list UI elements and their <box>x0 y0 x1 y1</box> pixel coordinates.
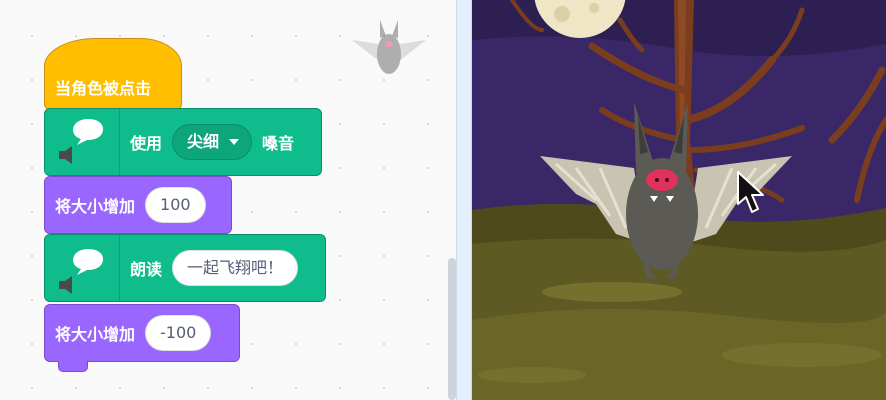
stage[interactable] <box>472 0 886 400</box>
speak-label: 朗读 <box>130 260 163 279</box>
size-input[interactable]: -100 <box>145 315 212 351</box>
bat-sprite-icon <box>352 20 426 74</box>
speaker-icon <box>59 276 72 294</box>
block-bottom-notch <box>58 361 88 372</box>
text-to-speech-icon <box>45 109 120 175</box>
speaker-icon <box>59 146 72 164</box>
size-input[interactable]: 100 <box>145 187 206 223</box>
script-area[interactable]: 当角色被点击 使用 尖细 嗓音 将大小增加 100 朗读 一起飞翔吧！ 将大小增… <box>0 0 456 400</box>
set-voice-prefix: 使用 <box>130 134 163 153</box>
change-size-block[interactable]: 将大小增加 100 <box>44 176 232 234</box>
speech-bubble-icon <box>73 249 103 275</box>
dropdown-arrow-icon <box>229 139 240 145</box>
hat-block-label: 当角色被点击 <box>55 79 152 98</box>
voice-dropdown[interactable]: 尖细 <box>172 124 253 160</box>
speak-block[interactable]: 朗读 一起飞翔吧！ <box>44 234 326 302</box>
panel-divider <box>456 0 472 400</box>
change-size-block[interactable]: 将大小增加 -100 <box>44 304 240 362</box>
mouse-cursor-icon <box>737 171 764 213</box>
set-voice-suffix: 嗓音 <box>262 134 295 153</box>
speak-text-input[interactable]: 一起飞翔吧！ <box>172 250 299 286</box>
when-sprite-clicked-block[interactable]: 当角色被点击 <box>44 38 182 110</box>
change-size-label: 将大小增加 <box>55 325 136 344</box>
voice-value: 尖细 <box>187 132 220 151</box>
speech-bubble-icon <box>73 119 103 145</box>
text-to-speech-icon <box>45 235 120 301</box>
scrollbar-thumb[interactable] <box>448 258 456 400</box>
change-size-label: 将大小增加 <box>55 197 136 216</box>
set-voice-block[interactable]: 使用 尖细 嗓音 <box>44 108 322 176</box>
